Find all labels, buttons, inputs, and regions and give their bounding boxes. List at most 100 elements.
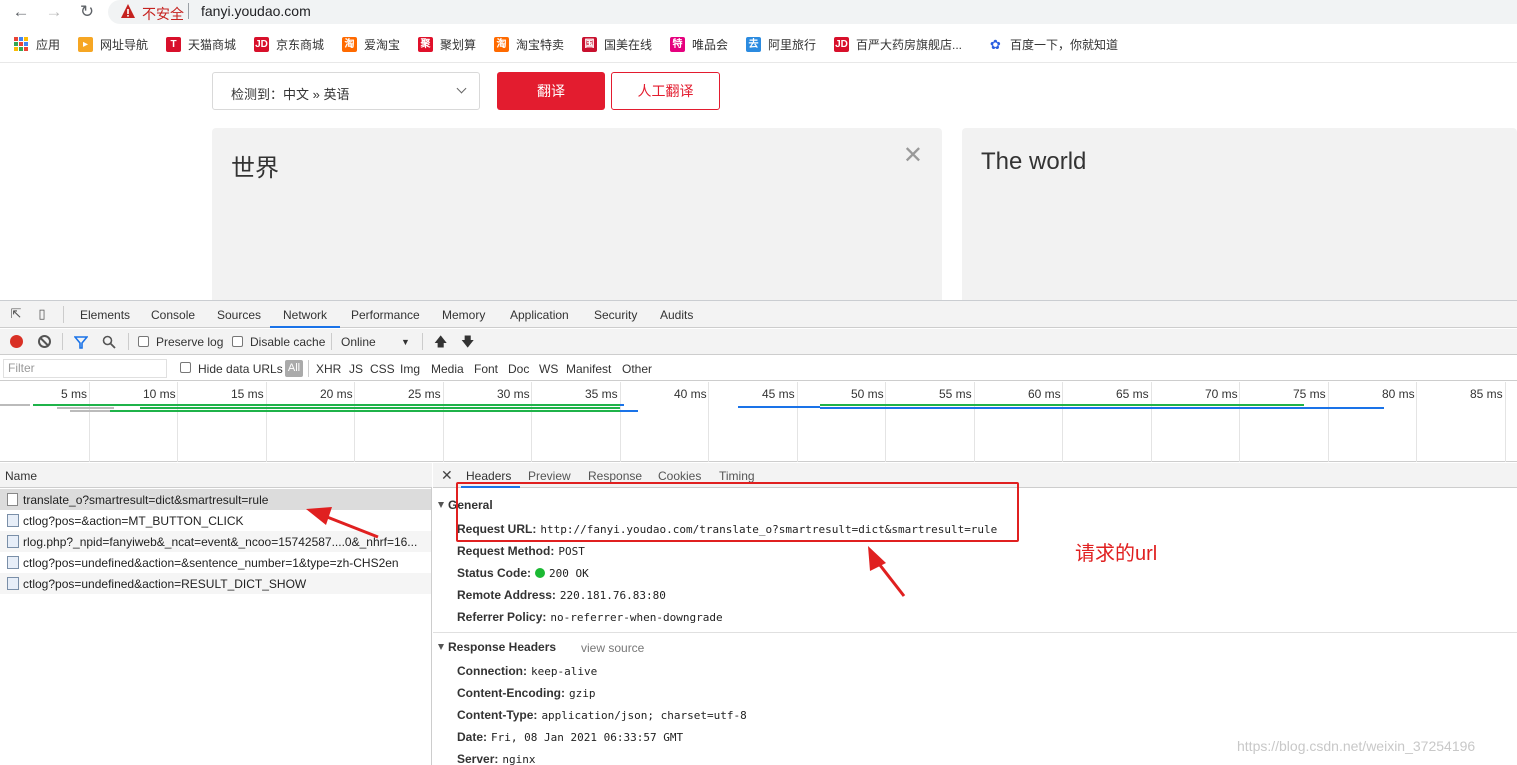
filter-bar: Filter Hide data URLs All XHR JS CSS Img… [0, 356, 1517, 381]
tab-preview[interactable]: Preview [528, 469, 571, 483]
throttle-dropdown-icon[interactable]: ▼ [401, 337, 410, 347]
vip-icon: 特 [670, 36, 685, 52]
source-text[interactable]: 世界 [231, 148, 279, 183]
header-key: Content-Type: [457, 708, 538, 722]
gome-icon: 国 [582, 36, 597, 52]
reload-icon[interactable]: ↻ [76, 2, 98, 22]
search-icon[interactable] [102, 335, 116, 349]
bookmark-apps[interactable]: 应用 [14, 35, 60, 53]
bookmark-item[interactable]: 淘 爱淘宝 [342, 35, 400, 53]
security-label[interactable]: 不安全 [142, 4, 184, 24]
filter-manifest[interactable]: Manifest [566, 362, 611, 376]
bookmark-item[interactable]: ▸ 网址导航 [78, 35, 148, 53]
bookmark-item[interactable]: JD 百严大药房旗舰店... [834, 35, 962, 53]
filter-all[interactable]: All [285, 360, 303, 377]
device-toolbar-icon[interactable]: ▯ [34, 306, 50, 322]
clear-log-icon[interactable] [38, 335, 51, 348]
bookmark-label: 网址导航 [100, 37, 149, 52]
filter-media[interactable]: Media [431, 362, 464, 376]
back-arrow-icon[interactable]: ← [10, 2, 32, 22]
filter-js[interactable]: JS [349, 362, 363, 376]
tab-audits[interactable]: Audits [660, 308, 693, 322]
timeline-gridline [354, 382, 355, 462]
forward-arrow-icon[interactable]: → [43, 2, 65, 22]
request-row[interactable]: ctlog?pos=undefined&action=&sentence_num… [0, 552, 431, 573]
request-name: rlog.php?_npid=fanyiweb&_ncat=event&_nco… [23, 535, 418, 549]
filter-icon[interactable] [74, 336, 88, 349]
inspect-element-icon[interactable]: ⇱ [8, 306, 24, 322]
disable-cache-checkbox[interactable] [232, 336, 243, 347]
name-column-header[interactable]: Name [0, 463, 432, 488]
tab-sources[interactable]: Sources [217, 308, 261, 322]
bookmark-item[interactable]: 淘 淘宝特卖 [494, 35, 564, 53]
filter-img[interactable]: Img [400, 362, 420, 376]
import-har-icon[interactable]: 🡅 [434, 333, 447, 355]
timeline-bar [70, 410, 110, 412]
tab-security[interactable]: Security [594, 308, 637, 322]
source-text-panel[interactable]: 世界 ✕ [212, 128, 942, 300]
filter-doc[interactable]: Doc [508, 362, 529, 376]
close-icon[interactable]: ✕ [441, 467, 453, 484]
network-overview-timeline[interactable]: 5 ms 10 ms 15 ms 20 ms 25 ms 30 ms 35 ms… [0, 382, 1517, 462]
bookmark-item[interactable]: T 天猫商城 [166, 35, 236, 53]
filter-input[interactable]: Filter [3, 359, 167, 378]
referrer-policy-row: Referrer Policy: no-referrer-when-downgra… [457, 610, 723, 624]
navigation-icon: ▸ [78, 36, 93, 52]
tab-memory[interactable]: Memory [442, 308, 485, 322]
language-select[interactable]: 检测到：中文 » 英语 [212, 72, 480, 110]
request-row[interactable]: ctlog?pos=undefined&action=RESULT_DICT_S… [0, 573, 431, 594]
tab-application[interactable]: Application [510, 308, 569, 322]
tab-console[interactable]: Console [151, 308, 195, 322]
timeline-tick: 35 ms [585, 387, 618, 401]
tab-performance[interactable]: Performance [351, 308, 420, 322]
bookmark-item[interactable]: JD 京东商城 [254, 35, 324, 53]
request-row[interactable]: ctlog?pos=&action=MT_BUTTON_CLICK [0, 510, 431, 531]
clear-icon[interactable]: ✕ [903, 144, 923, 168]
bookmark-label: 京东商城 [276, 37, 325, 52]
filter-xhr[interactable]: XHR [316, 362, 341, 376]
translate-button[interactable]: 翻译 [497, 72, 605, 110]
bookmark-item[interactable]: 特 唯品会 [670, 35, 728, 53]
toolbar-separator [331, 333, 332, 350]
bookmark-item[interactable]: ✿ 百度一下，你就知道 [988, 35, 1118, 53]
timeline-bar [110, 410, 636, 412]
bookmark-item[interactable]: 聚 聚划算 [418, 35, 476, 53]
image-file-icon [7, 556, 19, 569]
response-headers-section-header[interactable]: Response Headers [438, 640, 556, 654]
timeline-tick: 5 ms [61, 387, 88, 401]
tab-timing[interactable]: Timing [719, 469, 755, 483]
url-text[interactable]: fanyi.youdao.com [201, 3, 311, 19]
view-source-link[interactable]: view source [581, 641, 644, 655]
filter-font[interactable]: Font [474, 362, 498, 376]
timeline-tick: 10 ms [143, 387, 176, 401]
filter-other[interactable]: Other [622, 362, 652, 376]
omnibox[interactable]: 不安全 fanyi.youdao.com [108, 0, 1517, 24]
hide-data-urls-checkbox[interactable] [180, 362, 191, 373]
record-icon[interactable] [10, 335, 23, 348]
tab-headers[interactable]: Headers [466, 469, 511, 483]
filter-css[interactable]: CSS [370, 362, 395, 376]
request-row[interactable]: rlog.php?_npid=fanyiweb&_ncat=event&_nco… [0, 531, 431, 552]
timeline-gridline [1151, 382, 1152, 462]
baidu-icon: ✿ [988, 36, 1003, 52]
export-har-icon[interactable]: 🡇 [461, 333, 474, 355]
throttling-select[interactable]: Online [341, 335, 376, 349]
bookmark-label: 爱淘宝 [364, 37, 401, 52]
timeline-tick: 40 ms [674, 387, 707, 401]
tab-cookies[interactable]: Cookies [658, 469, 701, 483]
preserve-log-checkbox[interactable] [138, 336, 149, 347]
tab-elements[interactable]: Elements [80, 308, 130, 322]
tab-response[interactable]: Response [588, 469, 642, 483]
timeline-bar [620, 410, 638, 412]
tab-network[interactable]: Network [283, 308, 327, 322]
bookmark-item[interactable]: 国 国美在线 [582, 35, 652, 53]
bookmark-item[interactable]: 去 阿里旅行 [746, 35, 816, 53]
request-row-selected[interactable]: translate_o?smartresult=dict&smartresult… [0, 489, 431, 510]
expand-triangle-icon [438, 644, 444, 650]
timeline-tick: 70 ms [1205, 387, 1238, 401]
status-ok-icon [535, 568, 546, 578]
filter-ws[interactable]: WS [539, 362, 558, 376]
response-header-row: Connection: keep-alive [457, 664, 597, 678]
human-translate-button[interactable]: 人工翻译 [611, 72, 720, 110]
taobao-sale-icon: 淘 [494, 36, 509, 52]
